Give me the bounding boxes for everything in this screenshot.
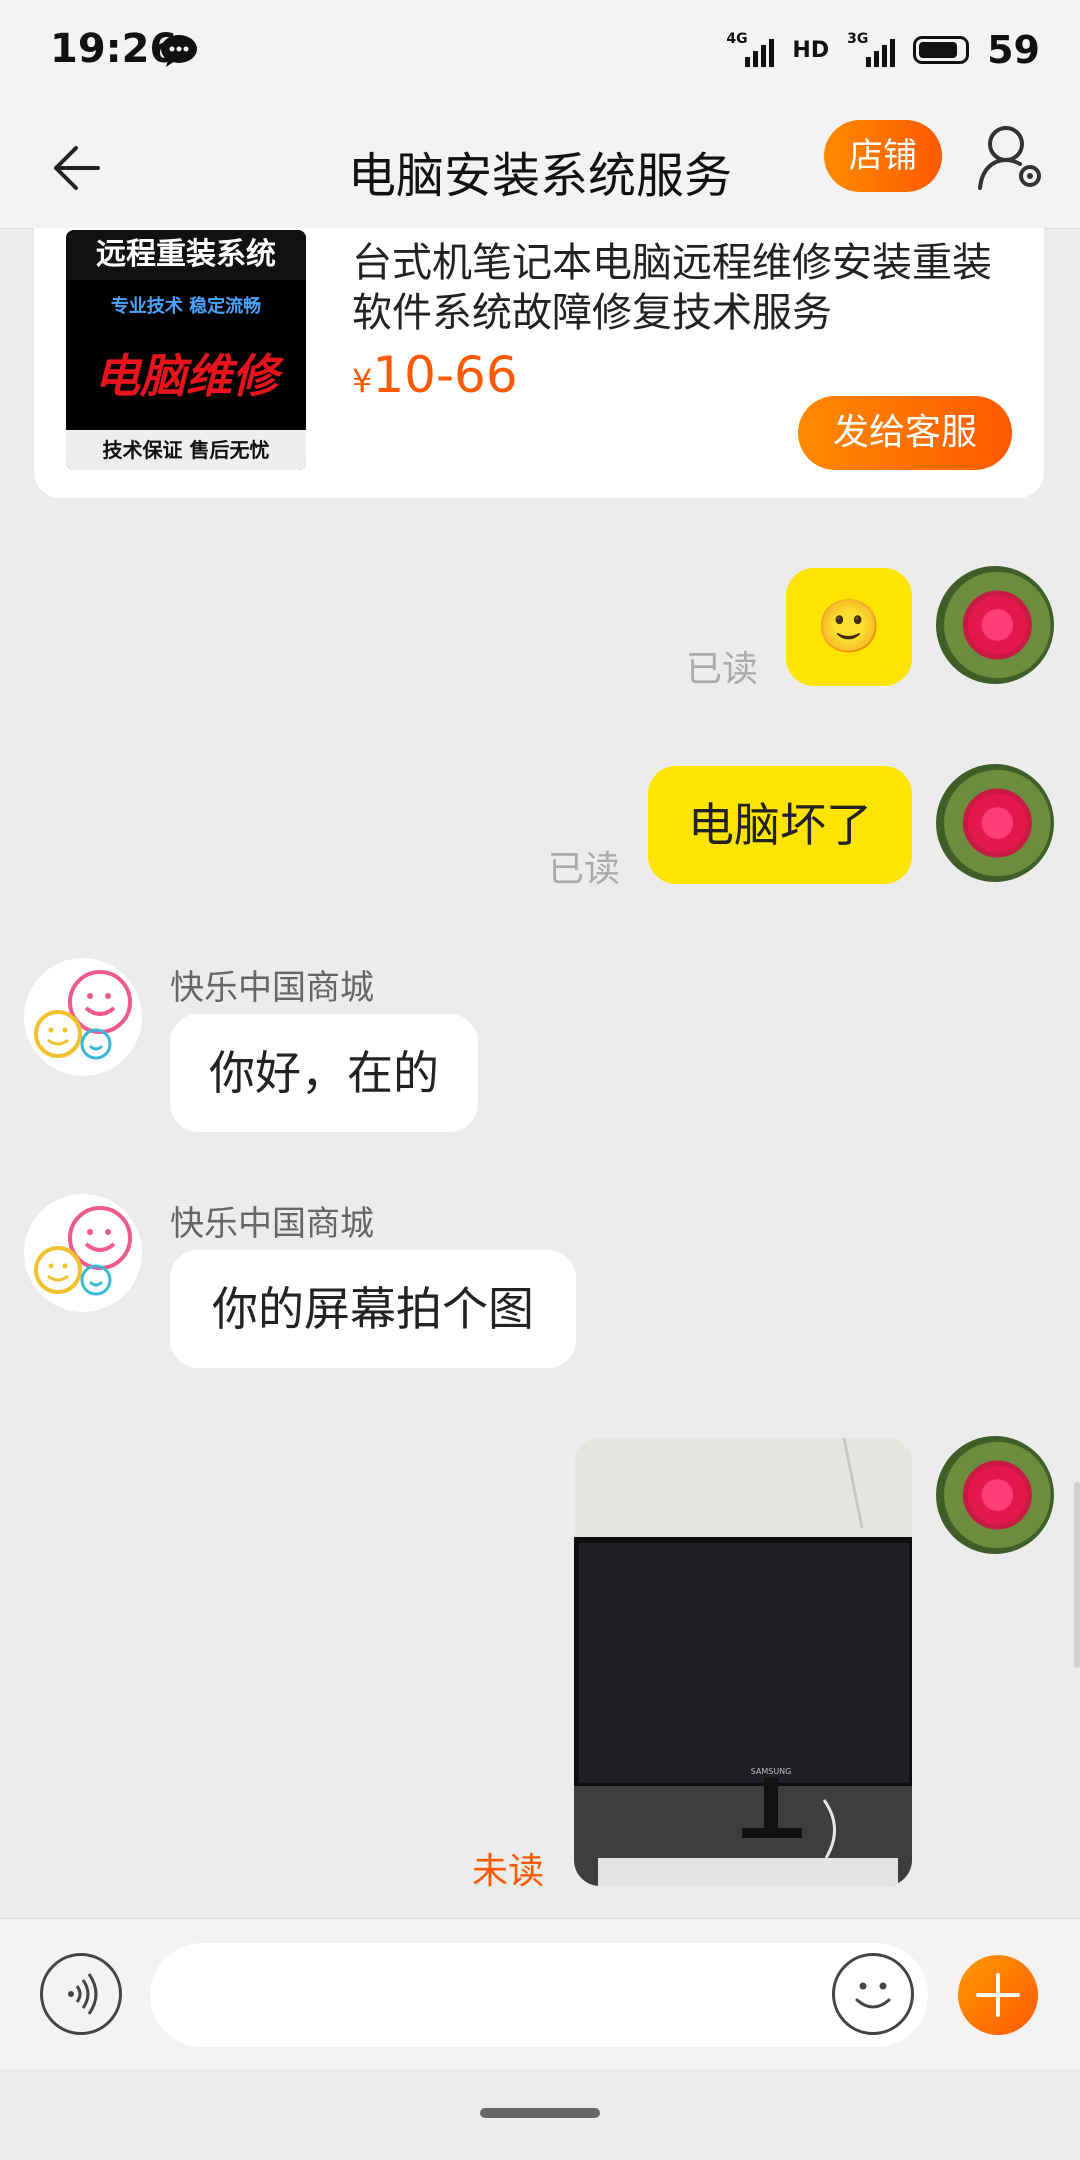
sender-name: 快乐中国商城 <box>170 1204 374 1244</box>
product-price: ¥10-66 <box>352 346 518 404</box>
voice-button[interactable] <box>40 1953 122 2035</box>
signal-4g-icon: 4G <box>726 31 775 69</box>
smiley-logo-icon <box>34 1206 132 1296</box>
emoji-message-bubble[interactable]: 🙂 <box>786 568 912 686</box>
price-currency: ¥ <box>352 362 373 400</box>
thumb-sub-text: 专业技术 稳定流畅 <box>110 296 262 317</box>
smiley-face-icon <box>855 1982 891 2009</box>
message-input[interactable] <box>150 1943 928 2047</box>
chat-header: 电脑安装系统服务 店铺 <box>0 110 1080 229</box>
thumb-foot-text: 技术保证 售后无忧 <box>66 430 306 470</box>
monitor-brand-label: SAMSUNG <box>751 1767 792 1776</box>
home-indicator[interactable] <box>480 2108 600 2118</box>
thumb-top-text: 远程重装系统 <box>66 230 306 280</box>
battery-percent: 59 <box>987 28 1040 72</box>
read-status: 已读 <box>548 849 621 890</box>
scrollbar[interactable] <box>1074 1482 1080 1668</box>
photo-message[interactable]: SAMSUNG <box>574 1438 912 1886</box>
product-thumbnail[interactable]: 远程重装系统 专业技术 稳定流畅 电脑维修 技术保证 售后无忧 <box>66 230 306 470</box>
more-actions-button[interactable] <box>958 1955 1038 2035</box>
sender-name: 快乐中国商城 <box>170 968 374 1008</box>
read-status: 已读 <box>686 649 759 690</box>
product-title[interactable]: 台式机笔记本电脑远程维修安装重装软件系统故障修复技术服务 <box>352 238 1022 338</box>
input-bar <box>0 1918 1080 2069</box>
text-message-bubble[interactable]: 你的屏幕拍个图 <box>170 1250 576 1368</box>
my-avatar[interactable] <box>936 566 1054 684</box>
hd-voice-icon: HD <box>792 37 830 63</box>
status-bar: 19:26 4G HD 3G 59 <box>0 0 1080 110</box>
user-settings-icon[interactable] <box>976 122 1046 192</box>
status-time: 19:26 <box>50 26 178 72</box>
send-to-service-button[interactable]: 发给客服 <box>798 396 1012 470</box>
price-value: 10-66 <box>372 346 518 404</box>
monitor-photo: SAMSUNG <box>574 1438 912 1886</box>
text-message-bubble[interactable]: 电脑坏了 <box>648 766 912 884</box>
shop-avatar[interactable] <box>24 958 142 1076</box>
smile-emoji: 🙂 <box>816 597 882 657</box>
signal-3g-icon: 3G <box>847 31 896 69</box>
thumb-main-text: 电脑维修 <box>94 349 278 403</box>
product-card[interactable]: 远程重装系统 专业技术 稳定流畅 电脑维修 技术保证 售后无忧 台式机笔记本电脑… <box>34 228 1044 498</box>
shop-avatar[interactable] <box>24 1194 142 1312</box>
unread-status: 未读 <box>472 1851 545 1892</box>
voice-wave-icon <box>68 1973 98 2015</box>
smiley-logo-icon <box>34 970 132 1060</box>
shop-button[interactable]: 店铺 <box>824 120 942 192</box>
chat-notification-icon <box>161 35 197 67</box>
text-message-bubble[interactable]: 你好，在的 <box>170 1014 478 1132</box>
my-avatar[interactable] <box>936 764 1054 882</box>
battery-icon <box>913 36 970 64</box>
plus-icon <box>976 1973 1020 2017</box>
emoji-button[interactable] <box>832 1953 914 2035</box>
my-avatar[interactable] <box>936 1436 1054 1554</box>
